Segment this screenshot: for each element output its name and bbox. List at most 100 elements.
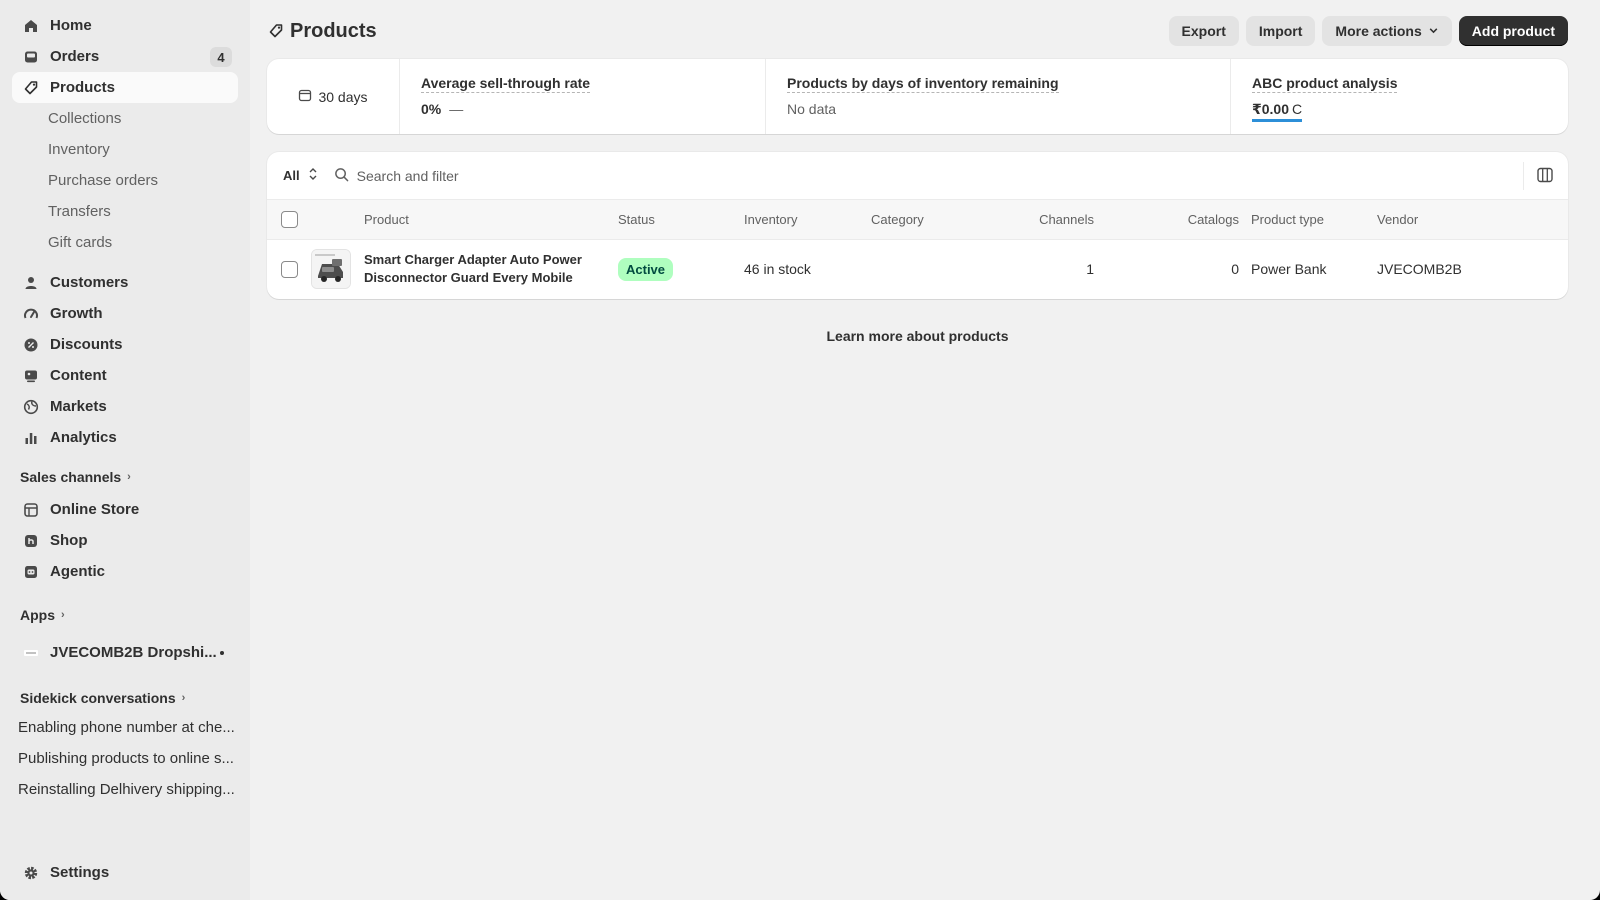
sidebar-item-analytics[interactable]: Analytics xyxy=(12,422,238,453)
metric-title[interactable]: Average sell-through rate xyxy=(421,75,591,93)
notification-dot xyxy=(220,651,224,655)
sidebar-item-label: Markets xyxy=(50,398,107,415)
sort-arrows-icon xyxy=(308,167,318,184)
chevron-right-icon: › xyxy=(181,692,186,704)
column-header-product[interactable]: Product xyxy=(364,200,409,239)
conversation-item[interactable]: Reinstalling Delhivery shipping... xyxy=(12,774,238,805)
sidebar-item-label: Settings xyxy=(50,864,110,881)
sidebar-subitem-transfers[interactable]: Transfers xyxy=(12,196,238,227)
row-checkbox[interactable] xyxy=(281,260,298,278)
page-title-text: Products xyxy=(290,19,377,42)
conversation-item[interactable]: Publishing products to online s... xyxy=(12,743,238,774)
column-header-vendor[interactable]: Vendor xyxy=(1377,200,1418,239)
sidebar-item-label: Content xyxy=(50,367,107,384)
column-header-channels[interactable]: Channels xyxy=(997,200,1094,239)
sidebar-item-label: Agentic xyxy=(50,563,106,580)
sales-channels-section[interactable]: Sales channels › xyxy=(12,463,238,491)
sidebar-item-products[interactable]: Products xyxy=(12,72,238,103)
status-cell: Active xyxy=(618,240,674,298)
sidebar-item-markets[interactable]: Markets xyxy=(12,391,238,422)
sidebar-item-label: Products xyxy=(50,79,116,96)
date-range-picker[interactable]: 30 days xyxy=(267,59,400,134)
sidebar-item-growth[interactable]: Growth xyxy=(12,298,238,329)
main-content: Products Export Import More actions Add … xyxy=(250,0,1600,900)
more-actions-button[interactable]: More actions xyxy=(1322,16,1452,46)
export-button[interactable]: Export xyxy=(1168,16,1239,46)
inbox-icon xyxy=(22,48,40,66)
columns-icon[interactable] xyxy=(1536,166,1554,187)
sidebar-subitem-collections[interactable]: Collections xyxy=(12,103,238,134)
store-icon xyxy=(22,501,40,519)
sidebar-item-orders[interactable]: Orders 4 xyxy=(12,41,238,72)
product-type-cell: Power Bank xyxy=(1251,261,1327,277)
column-header-catalogs[interactable]: Catalogs xyxy=(1124,200,1239,239)
shop-app-icon xyxy=(22,532,40,550)
person-icon xyxy=(22,274,40,292)
vendor-cell: JVECOMB2B xyxy=(1377,261,1462,277)
sidebar-subitem-gift-cards[interactable]: Gift cards xyxy=(12,227,238,258)
search-input[interactable] xyxy=(356,167,857,184)
inventory-cell: 46 in stock xyxy=(744,261,811,277)
sidebar-item-label: Growth xyxy=(50,305,103,322)
gear-icon xyxy=(22,864,40,882)
status-badge: Active xyxy=(618,257,674,281)
product-thumbnail[interactable] xyxy=(311,249,351,289)
product-name-cell: Smart Charger Adapter Auto Power Disconn… xyxy=(364,240,604,298)
sidebar-item-settings[interactable]: Settings xyxy=(12,857,238,888)
sidebar-subitem-purchase-orders[interactable]: Purchase orders xyxy=(12,165,238,196)
sidebar-item-content[interactable]: Content xyxy=(12,360,238,391)
calendar-icon xyxy=(298,88,312,105)
tag-icon xyxy=(268,23,284,39)
metric-sell-through: Average sell-through rate 0% — xyxy=(400,59,766,134)
app-logo-icon xyxy=(22,644,40,662)
metric-title[interactable]: ABC product analysis xyxy=(1252,75,1398,93)
column-header-status[interactable]: Status xyxy=(618,200,655,239)
more-actions-label: More actions xyxy=(1335,23,1422,39)
page-header: Products Export Import More actions Add … xyxy=(268,15,1568,47)
catalogs-cell: 0 xyxy=(1231,261,1239,277)
header-actions: Export Import More actions Add product xyxy=(1168,16,1568,46)
sidebar-item-label: JVECOMB2B Dropshi... xyxy=(50,644,217,661)
sidebar-item-discounts[interactable]: Discounts xyxy=(12,329,238,360)
product-name-link[interactable]: Smart Charger Adapter Auto Power Disconn… xyxy=(364,251,604,287)
search-icon xyxy=(334,167,349,185)
sell-through-value: 0% xyxy=(421,101,442,117)
toolbar-divider xyxy=(1523,162,1524,190)
learn-more-link[interactable]: Learn more about products xyxy=(267,328,1568,344)
sidebar-item-agentic[interactable]: Agentic xyxy=(12,556,238,587)
abc-value: ₹0.00 C xyxy=(1252,101,1303,122)
metric-days-inventory: Products by days of inventory remaining … xyxy=(766,59,1231,134)
sidebar-item-customers[interactable]: Customers xyxy=(12,267,238,298)
abc-amount: ₹0.00 xyxy=(1252,101,1289,117)
sidebar-item-shop[interactable]: Shop xyxy=(12,525,238,556)
orders-count-badge: 4 xyxy=(210,47,232,67)
table-row[interactable]: Smart Charger Adapter Auto Power Disconn… xyxy=(267,240,1568,298)
sidebar-item-label: Online Store xyxy=(50,501,140,518)
sidekick-conversations-section[interactable]: Sidekick conversations › xyxy=(12,684,238,712)
chevron-right-icon: › xyxy=(127,471,131,483)
select-all-checkbox[interactable] xyxy=(281,211,298,228)
metric-title[interactable]: Products by days of inventory remaining xyxy=(787,75,1059,93)
sell-through-trend: — xyxy=(449,101,464,117)
sidebar-item-label: Home xyxy=(50,17,92,34)
page-title: Products xyxy=(268,20,377,43)
column-header-category[interactable]: Category xyxy=(871,200,924,239)
search-bar xyxy=(334,167,857,185)
import-button[interactable]: Import xyxy=(1245,16,1316,46)
add-product-button[interactable]: Add product xyxy=(1458,16,1568,46)
sidebar-app-jvecomb2b[interactable]: JVECOMB2B Dropshi... xyxy=(12,637,238,668)
row-select-cell xyxy=(281,240,298,298)
apps-section[interactable]: Apps › xyxy=(12,601,238,629)
sidebar-item-label: Discounts xyxy=(50,336,123,353)
column-header-product-type[interactable]: Product type xyxy=(1251,200,1324,239)
conversation-item[interactable]: Enabling phone number at che... xyxy=(12,712,238,743)
sidebar-item-home[interactable]: Home xyxy=(12,10,238,41)
robot-icon xyxy=(22,563,40,581)
column-header-inventory[interactable]: Inventory xyxy=(744,200,797,239)
sidebar-subitem-inventory[interactable]: Inventory xyxy=(12,134,238,165)
sidebar-item-online-store[interactable]: Online Store xyxy=(12,494,238,525)
view-selector[interactable]: All xyxy=(283,167,318,184)
metric-value: 0% — xyxy=(421,101,744,117)
section-label: Apps xyxy=(20,607,55,623)
table-toolbar: All xyxy=(267,152,1568,200)
